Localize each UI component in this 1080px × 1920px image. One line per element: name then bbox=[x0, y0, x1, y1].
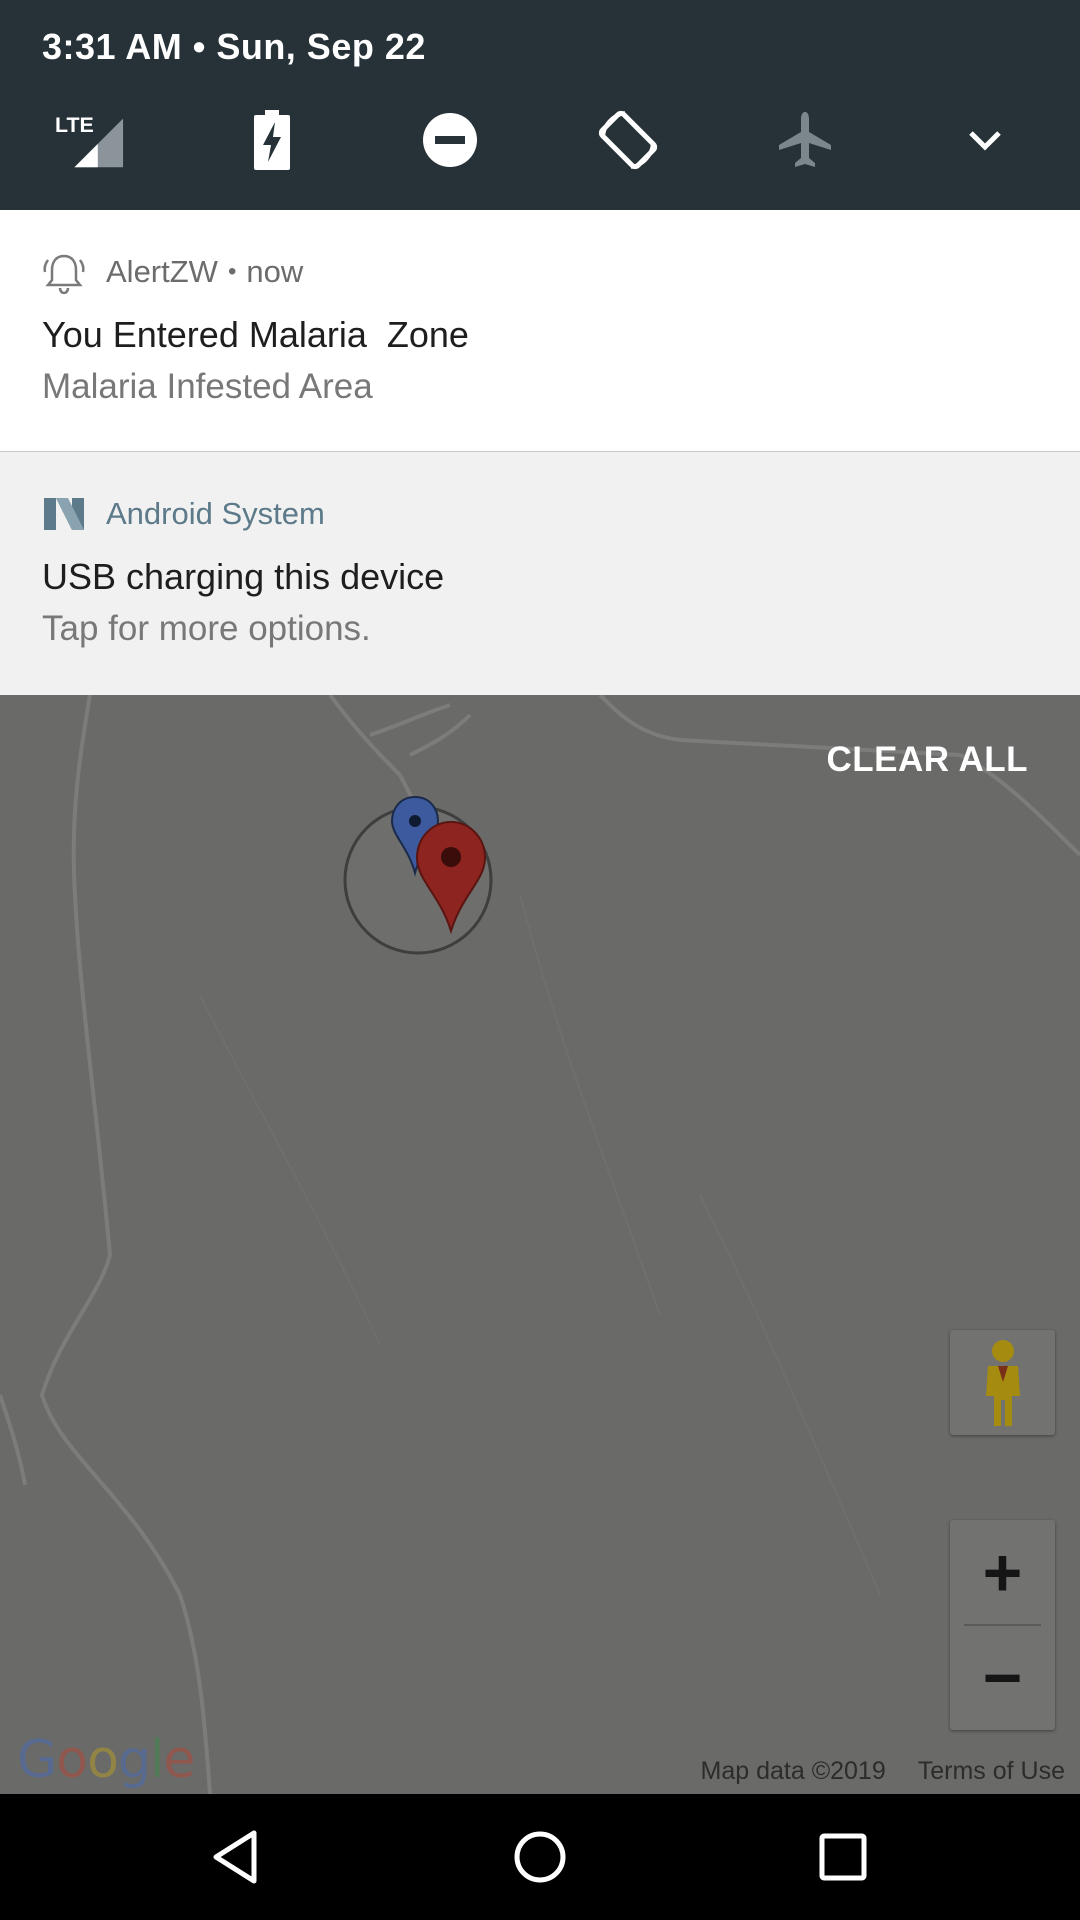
notification-title: You Entered Malaria Zone bbox=[42, 314, 469, 355]
home-button[interactable] bbox=[505, 1822, 575, 1892]
notification-separator: • bbox=[227, 258, 237, 285]
clear-all-button[interactable]: CLEAR ALL bbox=[826, 740, 1028, 780]
battery-tile[interactable] bbox=[237, 105, 307, 175]
airplane-mode-icon bbox=[779, 112, 831, 167]
notification-time: now bbox=[246, 254, 304, 289]
home-icon bbox=[514, 1831, 566, 1883]
notification-header: AlertZW • now bbox=[42, 248, 303, 296]
notification-header: Android System bbox=[42, 490, 325, 538]
battery-charging-icon bbox=[254, 110, 290, 170]
notification-app-name: AlertZW bbox=[106, 254, 218, 289]
pegman-icon bbox=[985, 1339, 1020, 1426]
notification-alertzw[interactable]: AlertZW • now You Entered Malaria Zone M… bbox=[0, 210, 1080, 452]
notification-android-system[interactable]: Android System USB charging this device … bbox=[0, 452, 1080, 695]
notification-app-name: Android System bbox=[106, 496, 325, 531]
notification-text: Tap for more options. bbox=[42, 609, 371, 648]
map-data-text: Map data ©2019 bbox=[700, 1757, 886, 1785]
zoom-in-button[interactable]: + bbox=[950, 1520, 1055, 1625]
dnd-tile[interactable] bbox=[415, 105, 485, 175]
map-attribution: Map data ©2019 Terms of Use bbox=[701, 1757, 1065, 1786]
quick-settings-header: 3:31 AM • Sun, Sep 22 LTE bbox=[0, 0, 1080, 210]
lte-signal-tile[interactable]: LTE bbox=[55, 105, 125, 175]
bell-icon bbox=[43, 254, 85, 294]
google-logo: Google bbox=[17, 1730, 195, 1790]
notification-text: Malaria Infested Area bbox=[42, 367, 373, 406]
back-button[interactable] bbox=[200, 1822, 270, 1892]
recents-button[interactable] bbox=[808, 1822, 878, 1892]
map-roads bbox=[0, 695, 1080, 1794]
map-view[interactable]: CLEAR ALL + − Google Map data ©2019 Term… bbox=[0, 695, 1080, 1794]
android-system-icon bbox=[44, 498, 84, 530]
street-view-button[interactable] bbox=[950, 1330, 1055, 1435]
status-time-date: 3:31 AM • Sun, Sep 22 bbox=[42, 26, 426, 67]
expand-chevron-icon bbox=[969, 131, 1001, 151]
svg-text:LTE: LTE bbox=[55, 113, 94, 137]
zoom-out-button[interactable]: − bbox=[950, 1625, 1055, 1730]
notification-title: USB charging this device bbox=[42, 556, 445, 597]
auto-rotate-icon bbox=[598, 110, 658, 170]
zoom-controls: + − bbox=[950, 1520, 1055, 1730]
auto-rotate-tile[interactable] bbox=[593, 105, 663, 175]
navigation-bar bbox=[0, 1794, 1080, 1920]
lte-signal-icon: LTE bbox=[55, 113, 124, 168]
do-not-disturb-icon bbox=[423, 113, 477, 167]
recents-icon bbox=[819, 1833, 867, 1881]
airplane-tile[interactable] bbox=[770, 105, 840, 175]
back-icon bbox=[213, 1830, 257, 1884]
terms-of-use-link[interactable]: Terms of Use bbox=[918, 1757, 1065, 1786]
expand-tile[interactable] bbox=[950, 105, 1020, 175]
